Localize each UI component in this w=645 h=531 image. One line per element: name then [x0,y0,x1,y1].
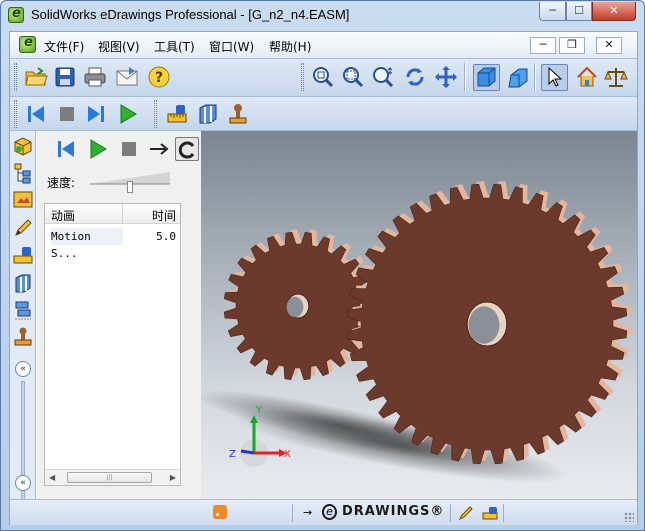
column-header-time[interactable]: 时间 [123,204,180,224]
toolbar-grip[interactable] [154,100,157,128]
z-axis-line [240,449,255,455]
measure-tab-icon[interactable] [12,244,34,266]
pan-icon[interactable] [434,65,458,89]
animation-toolbar [10,96,637,131]
maximize-button[interactable]: ☐ [566,2,592,21]
status-separator [292,504,293,522]
toolbar-grip[interactable] [301,63,304,91]
markup-tab-icon[interactable] [12,217,34,239]
toolbar-grip[interactable] [14,63,17,91]
menu-tools[interactable]: 工具(T) [154,38,195,55]
first-frame-icon[interactable] [24,102,48,126]
stop-icon[interactable] [55,102,79,126]
edrawings-app-icon[interactable] [8,6,24,23]
mdi-restore-button[interactable]: ❐ [559,37,585,54]
speed-slider-thumb[interactable] [127,181,133,193]
column-header-animation[interactable]: 动画 [45,204,123,224]
play-icon[interactable] [86,137,110,161]
print-icon[interactable] [83,65,107,89]
menu-file[interactable]: 文件(F) [44,38,84,55]
scroll-left-icon[interactable]: ◀ [49,473,55,482]
toolbar-separator [534,63,536,91]
gear-scene: Y X Z [201,181,632,483]
measure-icon[interactable] [165,102,189,126]
close-button[interactable]: ✕ [592,2,636,21]
open-folder-icon[interactable] [24,65,48,89]
document-icon[interactable] [19,35,36,53]
z-axis-label: Z [229,449,236,460]
zoom-to-area-icon[interactable] [341,65,365,89]
mdi-close-button[interactable]: ✕ [596,37,622,54]
collapse-down-icon[interactable]: « [15,475,31,491]
menu-window[interactable]: 窗口(W) [209,38,254,55]
help-icon[interactable]: ? [147,65,171,89]
minimize-button[interactable]: ─ [539,2,566,21]
animation-list: 动画 时间 Motion S... 5.0 ◀ ||| ▶ [44,203,181,486]
perspective-icon[interactable] [505,65,529,89]
window-title: SolidWorks eDrawings Professional - [G_n… [31,7,350,22]
select-icon[interactable] [541,64,568,91]
scroll-right-icon[interactable]: ▶ [170,473,176,482]
resize-grip[interactable] [624,512,634,522]
section-icon[interactable] [196,102,220,126]
horizontal-scrollbar[interactable]: ◀ ||| ▶ [45,469,180,485]
x-axis-label: X [284,449,291,460]
status-separator [503,504,504,522]
gear-bore-shadow [286,296,304,318]
shaded-icon[interactable] [473,64,500,91]
application-window: SolidWorks eDrawings Professional - [G_n… [0,0,645,531]
save-icon[interactable] [53,65,77,89]
status-separator [450,504,451,522]
scrollbar-thumb[interactable]: ||| [67,472,152,483]
stamp-icon[interactable] [226,102,250,126]
measure-scale-icon[interactable] [604,65,628,89]
mdi-minimize-button[interactable]: ─ [530,37,556,54]
configurations-tab-icon[interactable] [12,189,34,211]
loop-icon[interactable] [175,137,199,161]
gear-bore-shadow [468,306,500,344]
collapse-up-icon[interactable]: « [15,361,31,377]
next-arrow-icon[interactable] [147,137,171,161]
side-tab-strip: « « [10,131,36,501]
explode-tab-icon[interactable] [12,299,34,321]
toolbar-grip[interactable] [14,100,17,128]
client-area: 文件(F) 视图(V) 工具(T) 窗口(W) 帮助(H) ─ ❐ ✕ [9,31,638,525]
animation-time-cell[interactable]: 5.0 [125,228,176,245]
markup-pencil-icon[interactable] [457,504,475,522]
main-toolbar: ? [10,58,637,96]
status-bar: → e DRAWINGS® [10,499,637,525]
email-icon[interactable] [115,65,139,89]
next-step-icon[interactable] [84,102,108,126]
zoom-to-fit-icon[interactable] [311,65,335,89]
rotate-icon[interactable] [403,65,427,89]
tree-tab-icon[interactable] [12,162,34,184]
edrawings-logo-text: DRAWINGS® [342,504,445,519]
title-bar[interactable]: SolidWorks eDrawings Professional - [G_n… [1,1,644,30]
svg-text:?: ? [155,70,163,86]
3d-viewport[interactable]: Y X Z [201,131,637,499]
stamp-tab-icon[interactable] [12,326,34,348]
toolbar-separator [464,63,466,91]
stop-icon[interactable] [117,137,141,161]
play-icon[interactable] [116,102,140,126]
speed-label: 速度: [47,176,76,190]
logo-arrow-icon: → [303,506,313,519]
first-frame-icon[interactable] [54,137,78,161]
menu-bar: 文件(F) 视图(V) 工具(T) 窗口(W) 帮助(H) ─ ❐ ✕ [10,32,637,58]
components-tab-icon[interactable] [12,135,34,157]
home-icon[interactable] [575,65,599,89]
menu-help[interactable]: 帮助(H) [269,38,311,55]
edrawings-logo-icon: e [322,504,337,520]
animation-panel: 速度: 动画 时间 Motion S... 5.0 ◀ ||| ▶ [37,131,201,499]
y-axis-label: Y [255,405,263,416]
rss-icon[interactable] [213,505,227,519]
section-tab-icon[interactable] [12,272,34,294]
menu-view[interactable]: 视图(V) [98,38,140,55]
measure-icon[interactable] [481,504,499,522]
zoom-in-out-icon[interactable] [371,65,395,89]
animation-name-cell[interactable]: Motion S... [51,228,123,260]
